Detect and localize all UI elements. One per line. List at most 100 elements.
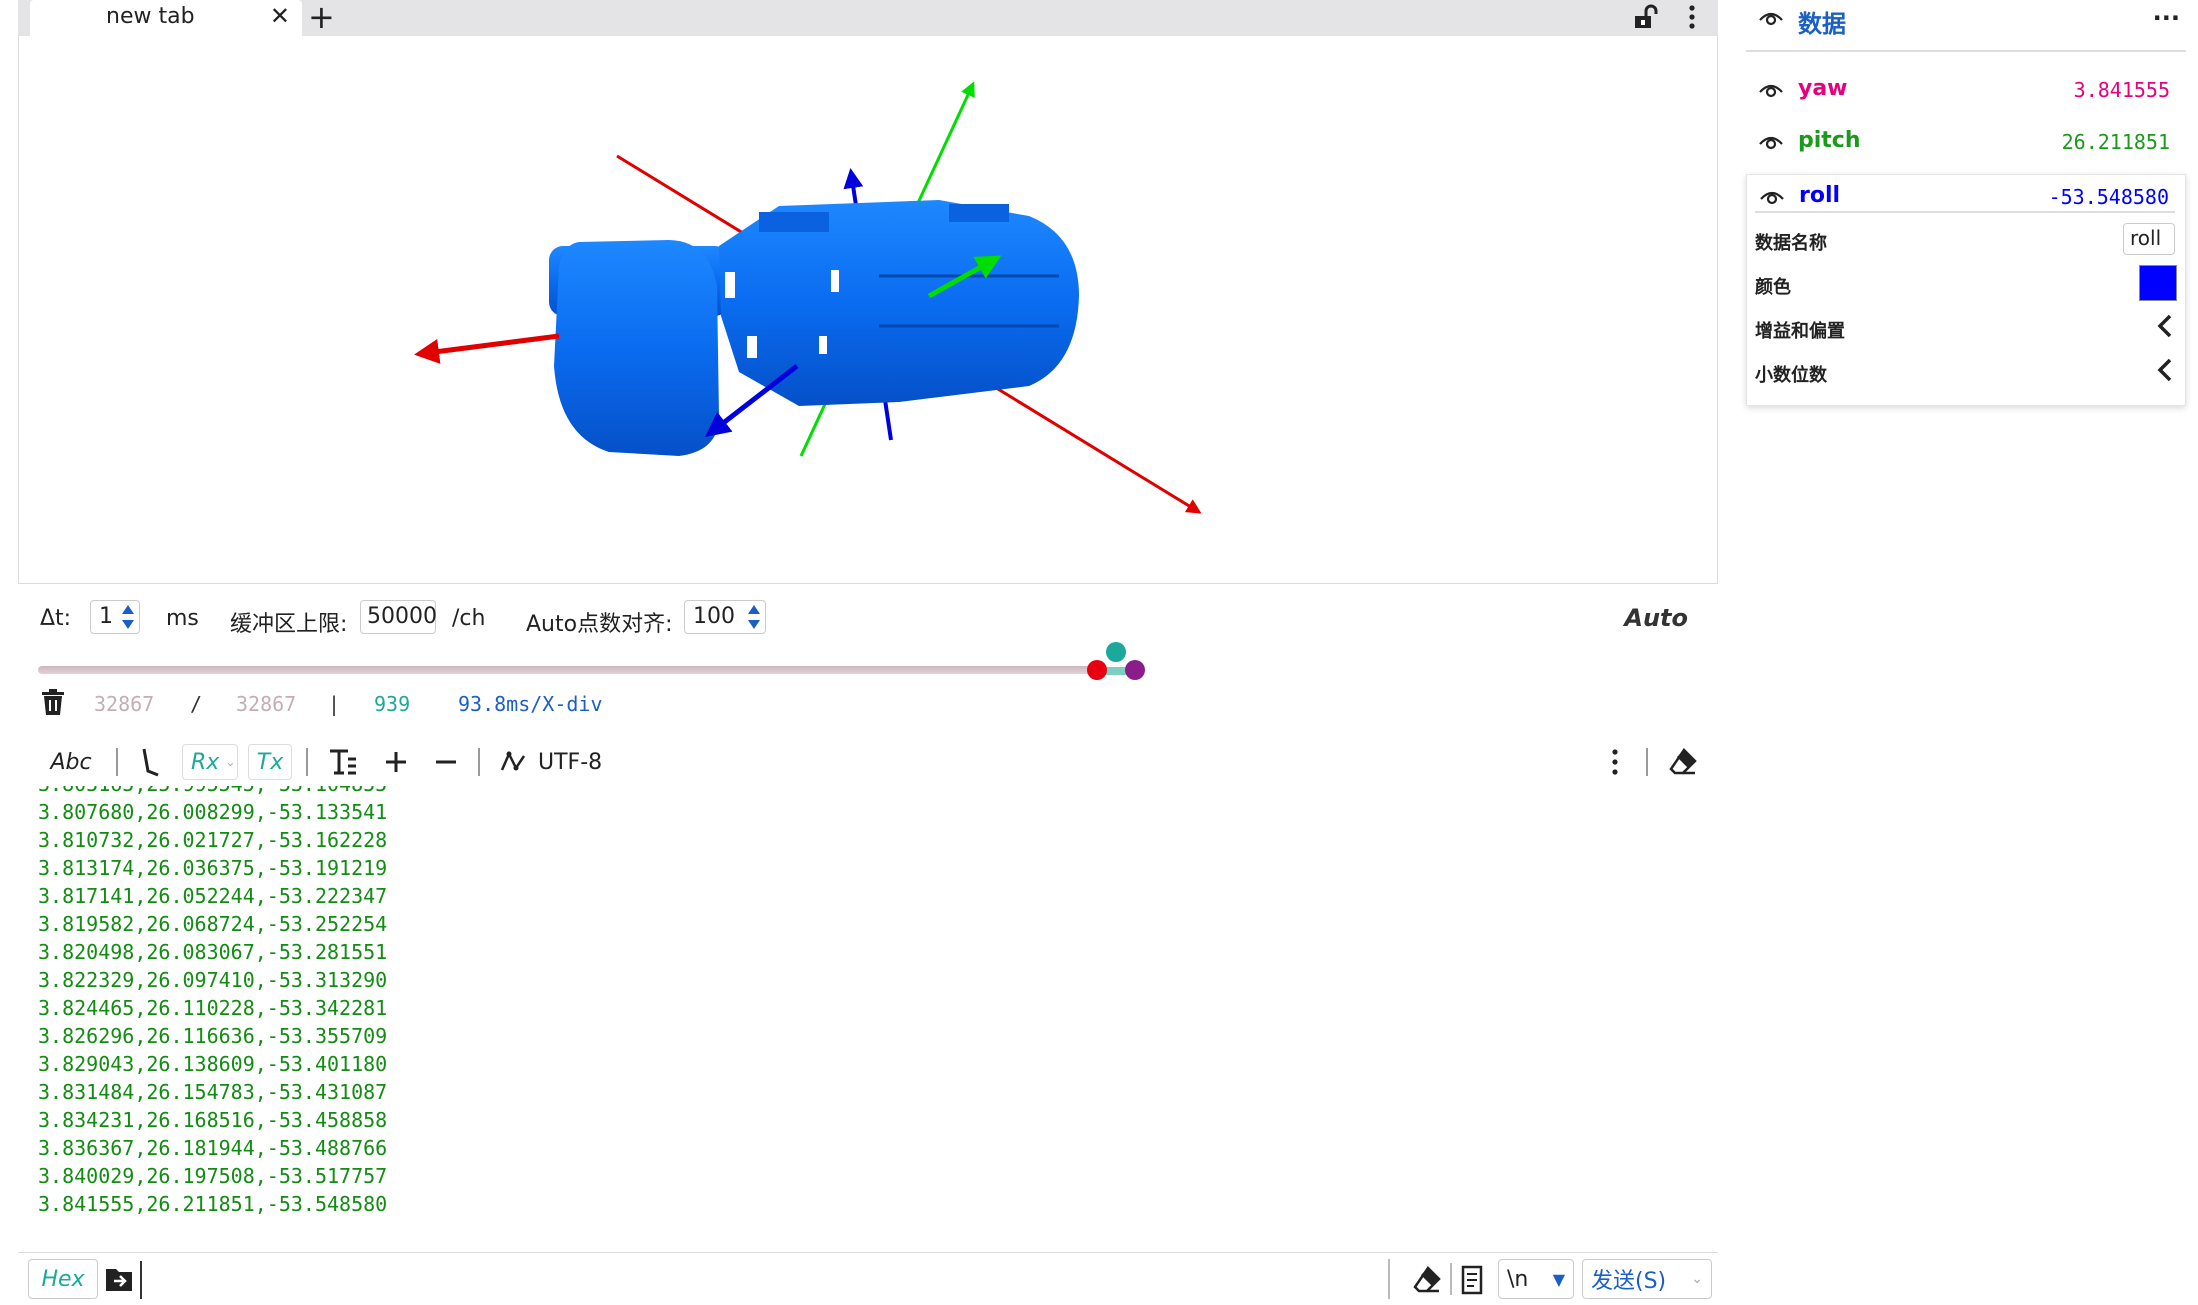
- slider-handle-start[interactable]: [1087, 660, 1107, 680]
- channel-name: pitch: [1798, 128, 1861, 153]
- log-line: 3.840029,26.197508,-53.517757: [38, 1164, 388, 1188]
- serial-log-area[interactable]: 3.805165,25.995545,-53.104855 3.807680,2…: [18, 786, 1718, 1254]
- cursor-icon[interactable]: [140, 744, 160, 780]
- eraser-icon[interactable]: [1668, 744, 1698, 780]
- caret-down-icon: ▼: [1552, 1269, 1565, 1289]
- range-slider-track[interactable]: [38, 666, 1096, 674]
- log-lines: 3.807680,26.008299,-53.133541 3.810732,26…: [38, 798, 1698, 1218]
- data-panel: 数据 ··· yaw 3.841555 pitch 26.211851 roll…: [1746, 0, 2186, 410]
- dt-spinner[interactable]: 1: [90, 600, 140, 634]
- prop-decimals-row[interactable]: 小数位数: [1755, 351, 2179, 391]
- minus-icon[interactable]: [434, 744, 458, 780]
- text-format-icon[interactable]: [328, 744, 358, 780]
- log-line: 3.820498,26.083067,-53.281551: [38, 940, 388, 964]
- send-label: 发送(S): [1591, 1269, 1667, 1294]
- tx-toggle[interactable]: Tx: [248, 744, 292, 780]
- chevron-left-icon[interactable]: [2155, 313, 2175, 339]
- rx-toggle[interactable]: Rx ⌄: [182, 744, 238, 780]
- auto-align-label: Auto点数对齐:: [526, 612, 673, 637]
- chevron-down-icon: ⌄: [225, 755, 236, 769]
- toolbar-divider: [1646, 748, 1648, 776]
- send-bar: Hex \n ▼ 发送(S) ⌄: [18, 1252, 1718, 1305]
- channel-name: yaw: [1798, 76, 1848, 101]
- eye-icon[interactable]: [1758, 80, 1784, 100]
- buffer-count-total: 32867: [236, 692, 297, 716]
- tx-label: Tx: [256, 749, 284, 775]
- send-file-icon[interactable]: [104, 1263, 134, 1295]
- log-line: 3.810732,26.021727,-53.162228: [38, 828, 388, 852]
- encoding-select[interactable]: UTF-8: [538, 744, 618, 780]
- buffer-input[interactable]: 50000: [360, 600, 437, 634]
- send-input[interactable]: [140, 1261, 1380, 1299]
- log-line: 3.819582,26.068724,-53.252254: [38, 912, 388, 936]
- send-button[interactable]: 发送(S) ⌄: [1582, 1259, 1712, 1299]
- log-line-partial: 3.805165,25.995545,-53.104855: [38, 786, 1698, 798]
- log-line: 3.831484,26.154783,-53.431087: [38, 1080, 388, 1104]
- card-divider: [1755, 211, 2175, 213]
- log-line: 3.836367,26.181944,-53.488766: [38, 1136, 388, 1160]
- text-mode-button[interactable]: Abc: [46, 744, 96, 780]
- color-swatch[interactable]: [2139, 265, 2177, 301]
- script-icon[interactable]: [1460, 1265, 1486, 1295]
- stats-pipe: |: [328, 692, 341, 716]
- tab-new-tab[interactable]: new tab ✕: [30, 0, 302, 36]
- log-line: 3.826296,26.116636,-53.355709: [38, 1024, 388, 1048]
- log-line: 3.824465,26.110228,-53.342281: [38, 996, 388, 1020]
- log-line: 3.829043,26.138609,-53.401180: [38, 1052, 388, 1076]
- channel-value: -53.548580: [2048, 185, 2169, 209]
- log-line: 3.813174,26.036375,-53.191219: [38, 856, 388, 880]
- spinner-arrows-icon[interactable]: [747, 603, 761, 631]
- log-line: 3.822329,26.097410,-53.313290: [38, 968, 388, 992]
- rx-label: Rx: [191, 749, 220, 775]
- 3d-model: [549, 200, 1079, 456]
- buffer-count-shown: 32867: [94, 692, 155, 716]
- buffer-unit: /ch: [452, 606, 486, 631]
- log-line: 3.834231,26.168516,-53.458858: [38, 1108, 388, 1132]
- prop-name-label: 数据名称: [1755, 233, 1827, 254]
- local-axis-red: [414, 333, 560, 364]
- waveform-icon[interactable]: [500, 744, 528, 780]
- plus-icon[interactable]: [384, 744, 408, 780]
- channel-row-yaw[interactable]: yaw 3.841555: [1746, 64, 2186, 116]
- toolbar-divider: [116, 748, 118, 776]
- more-horizontal-icon[interactable]: ···: [2153, 4, 2180, 32]
- dt-unit: ms: [166, 606, 199, 631]
- stats-slash: /: [190, 692, 203, 716]
- newline-select[interactable]: \n ▼: [1498, 1259, 1574, 1299]
- 3d-scene: [414, 81, 1202, 514]
- eye-icon[interactable]: [1758, 8, 1784, 28]
- prop-decimals-label: 小数位数: [1755, 365, 1827, 386]
- channel-name: roll: [1799, 183, 1841, 208]
- tab-close-icon[interactable]: ✕: [270, 2, 290, 30]
- eraser-icon[interactable]: [1412, 1265, 1442, 1295]
- newline-value: \n: [1507, 1266, 1529, 1292]
- more-vertical-icon[interactable]: [1684, 4, 1700, 30]
- slider-handle-center[interactable]: [1106, 642, 1126, 662]
- hex-toggle[interactable]: Hex: [28, 1259, 98, 1299]
- unlock-icon[interactable]: [1632, 4, 1658, 30]
- toolbar-divider: [306, 748, 308, 776]
- auto-align-spinner[interactable]: 100: [684, 600, 766, 634]
- buffer-label: 缓冲区上限:: [230, 612, 348, 637]
- sendbar-divider: [1388, 1259, 1390, 1299]
- prop-gain-row[interactable]: 增益和偏置: [1755, 307, 2179, 347]
- prop-color-label: 颜色: [1755, 277, 1791, 298]
- channel-name-input[interactable]: roll: [2123, 223, 2175, 255]
- chevron-down-icon[interactable]: ⌄: [1691, 1271, 1703, 1287]
- spinner-arrows-icon[interactable]: [121, 603, 135, 631]
- eye-icon[interactable]: [1758, 132, 1784, 152]
- tab-add-button[interactable]: +: [308, 0, 335, 36]
- more-vertical-icon[interactable]: [1608, 744, 1622, 780]
- slider-handle-end[interactable]: [1125, 660, 1145, 680]
- auto-toggle[interactable]: Auto: [1624, 604, 1688, 632]
- panel-header: 数据 ···: [1746, 0, 2186, 52]
- channel-value: 26.211851: [2061, 130, 2170, 154]
- panel-title: 数据: [1798, 10, 1846, 38]
- eye-icon[interactable]: [1759, 187, 1785, 207]
- log-line: 3.841555,26.211851,-53.548580: [38, 1192, 388, 1216]
- channel-row-roll[interactable]: roll -53.548580: [1747, 171, 2185, 223]
- 3d-viewport[interactable]: [18, 36, 1718, 584]
- trash-icon[interactable]: [40, 688, 66, 716]
- channel-row-pitch[interactable]: pitch 26.211851: [1746, 116, 2186, 168]
- chevron-left-icon[interactable]: [2155, 357, 2175, 383]
